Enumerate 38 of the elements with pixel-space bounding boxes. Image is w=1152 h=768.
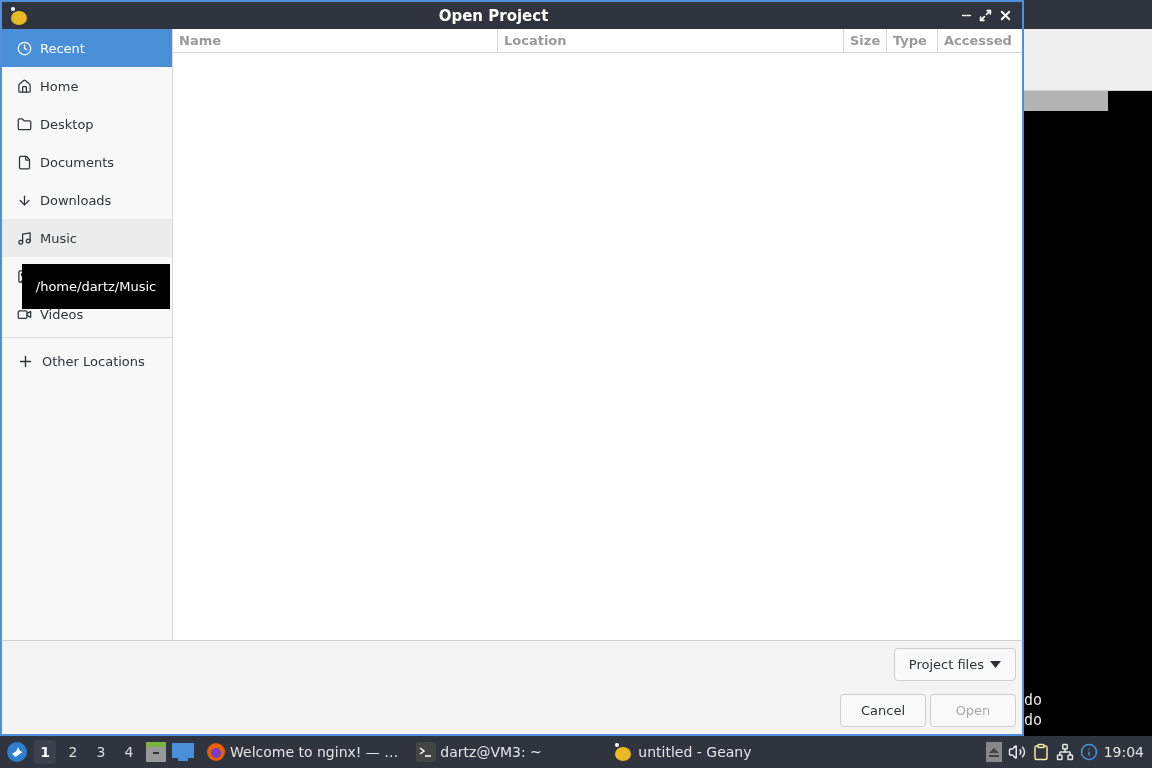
- info-icon[interactable]: [1079, 743, 1098, 761]
- clock-icon: [17, 40, 32, 56]
- window-title: Open Project: [437, 6, 550, 25]
- volume-icon[interactable]: [1007, 743, 1026, 761]
- clock[interactable]: 19:04: [1103, 744, 1146, 760]
- taskbar-task[interactable]: Welcome to nginx! — …: [200, 742, 405, 762]
- caret-icon: [990, 661, 1001, 668]
- maximize-icon: [979, 9, 992, 22]
- workspace-button[interactable]: 2: [62, 740, 84, 764]
- home-icon: [17, 78, 32, 94]
- taskbar-task[interactable]: dartz@VM3: ~: [410, 742, 601, 762]
- music-icon: [17, 230, 32, 246]
- download-icon: [17, 192, 32, 208]
- document-icon: [17, 154, 32, 170]
- file-cabinet-icon[interactable]: [146, 742, 166, 762]
- close-icon: [998, 8, 1013, 23]
- terminal-line: do: [1024, 690, 1044, 710]
- browser-icon: [206, 742, 226, 762]
- workspace-button[interactable]: 4: [118, 740, 140, 764]
- sidebar-item[interactable]: Other Locations: [2, 342, 172, 380]
- desktop-icon[interactable]: [172, 743, 194, 761]
- workspace-button[interactable]: 3: [90, 740, 112, 764]
- clipboard-icon[interactable]: [1031, 743, 1050, 761]
- sidebar-item[interactable]: Documents: [2, 143, 172, 181]
- file-filter-dropdown[interactable]: Project files: [893, 648, 1016, 681]
- sidebar-item[interactable]: Downloads: [2, 181, 172, 219]
- tooltip: /home/dartz/Music: [22, 264, 170, 309]
- sidebar-item[interactable]: Music: [2, 219, 172, 257]
- network-icon[interactable]: [1055, 743, 1074, 761]
- terminal-icon: [416, 742, 437, 762]
- folder-icon: [17, 116, 32, 132]
- sidebar-item[interactable]: Home: [2, 67, 172, 105]
- sidebar-item[interactable]: Desktop: [2, 105, 172, 143]
- terminal-line: do: [1024, 710, 1044, 730]
- workspace-button[interactable]: 1: [34, 740, 56, 764]
- eject-icon[interactable]: [985, 742, 1002, 762]
- dialog-button[interactable]: Cancel: [840, 694, 926, 727]
- taskbar-task[interactable]: untitled - Geany: [606, 742, 777, 762]
